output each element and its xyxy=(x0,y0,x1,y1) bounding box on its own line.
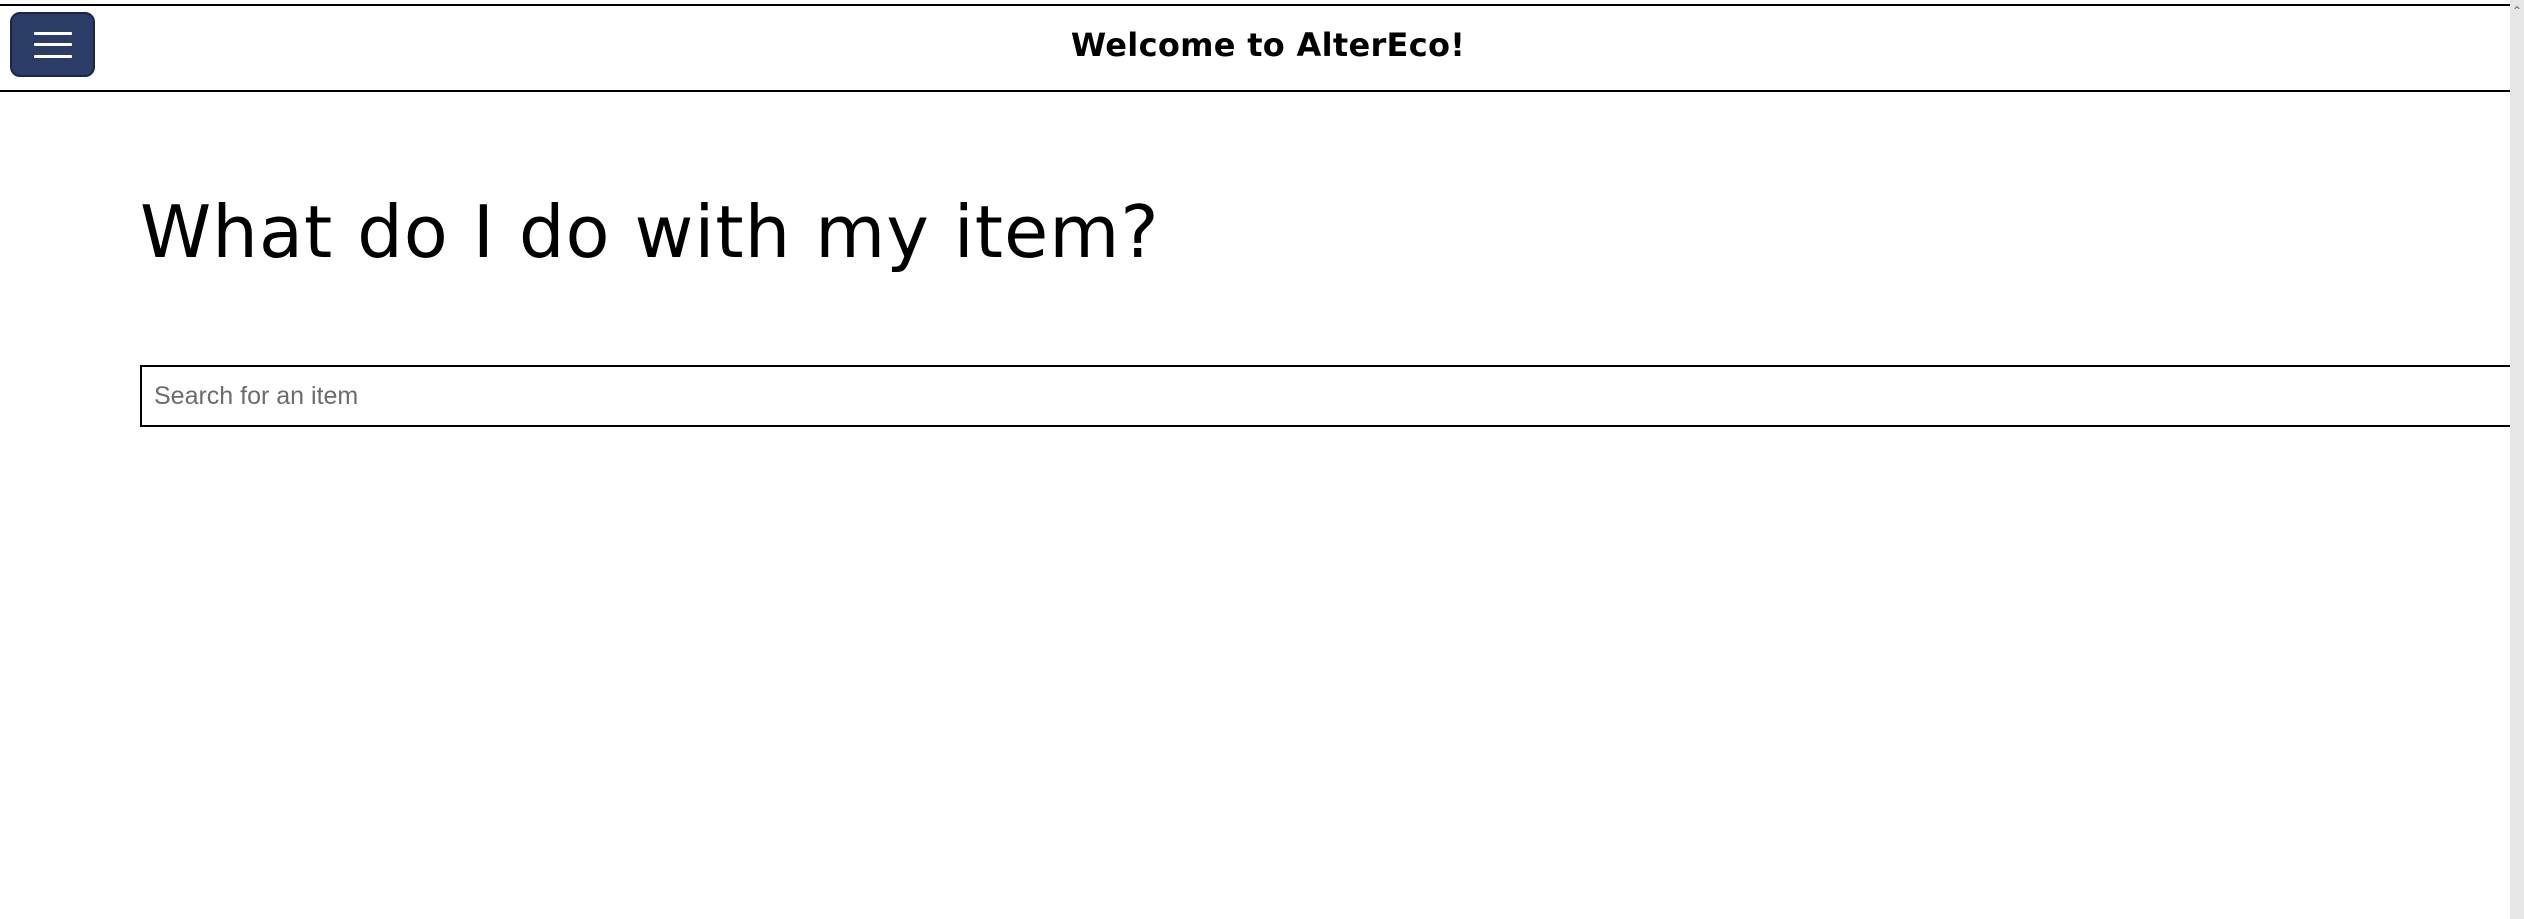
search-input[interactable] xyxy=(140,365,2516,427)
scroll-up-arrow-icon[interactable]: ⌃ xyxy=(2512,5,2522,17)
page-heading: What do I do with my item? xyxy=(140,190,1160,274)
vertical-scrollbar[interactable]: ⌃ xyxy=(2510,0,2524,919)
header-title: Welcome to AlterEco! xyxy=(1070,26,1466,64)
header-bar: Welcome to AlterEco! xyxy=(0,6,2510,92)
page: Welcome to AlterEco! What do I do with m… xyxy=(0,0,2524,919)
